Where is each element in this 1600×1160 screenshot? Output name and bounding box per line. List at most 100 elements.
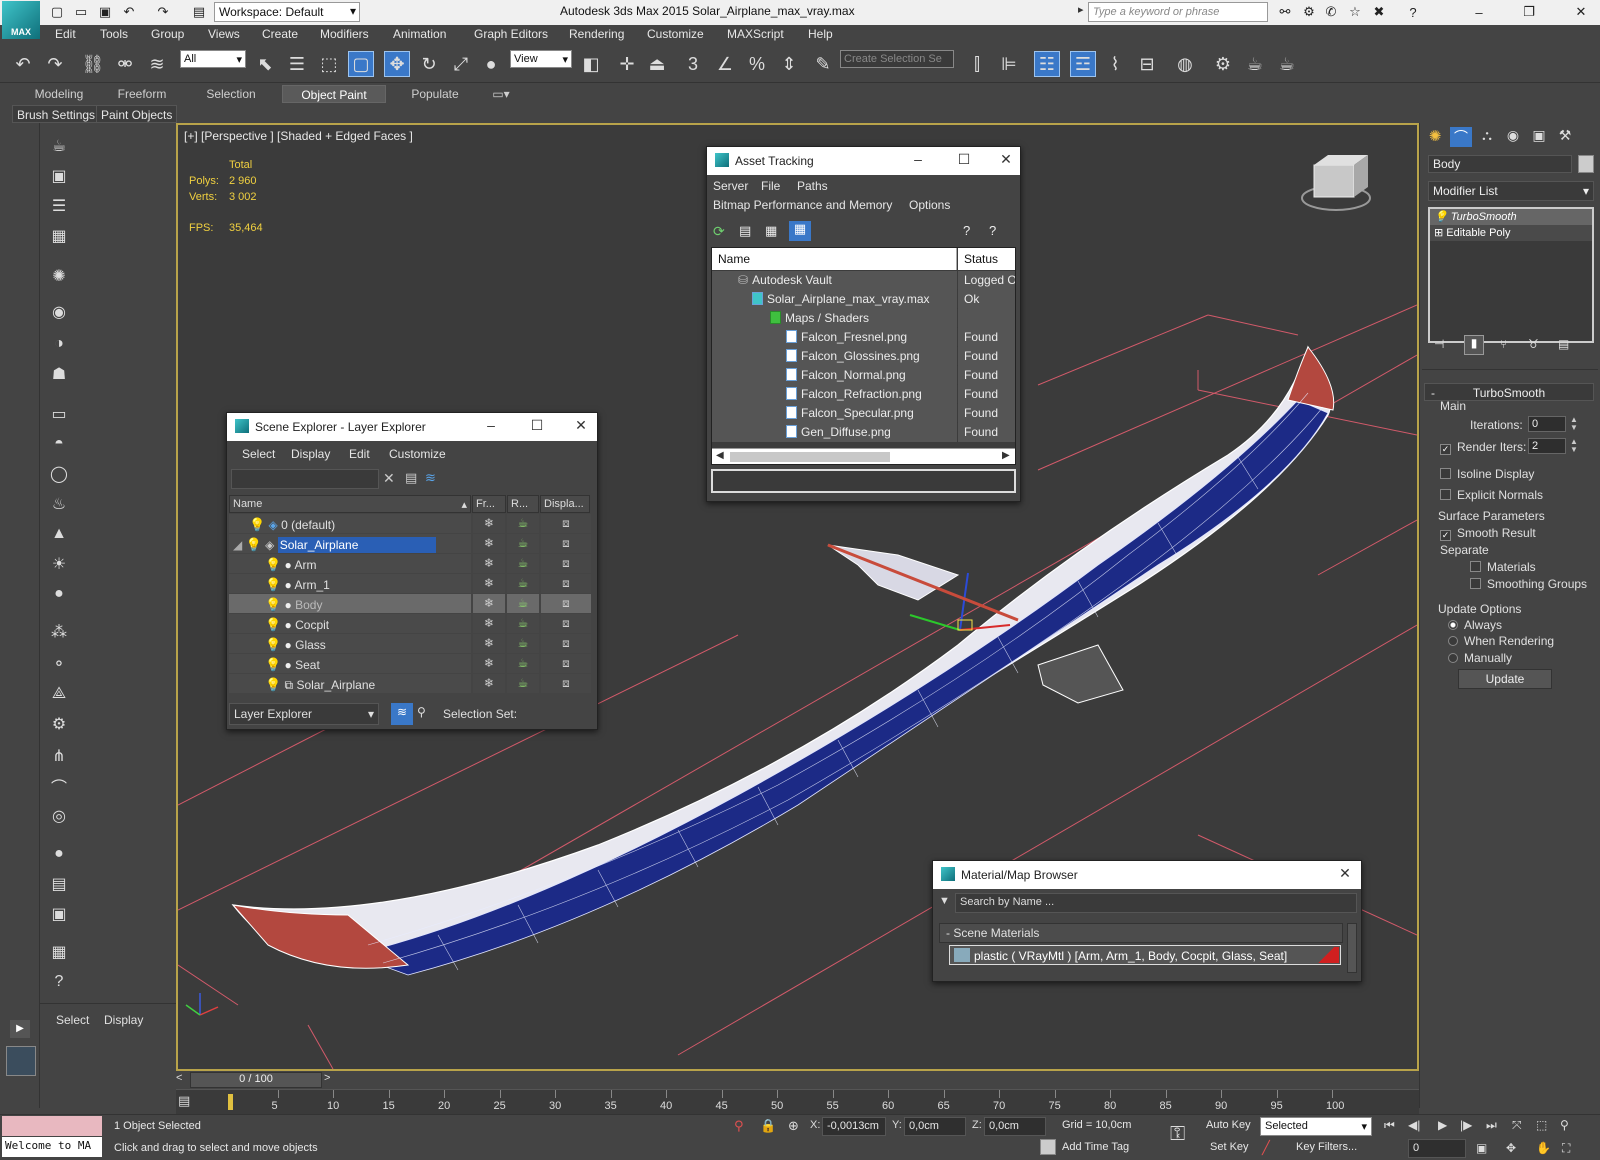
browser-options-icon[interactable]: ▼ bbox=[939, 895, 950, 907]
current-frame-field[interactable]: 0 bbox=[1408, 1139, 1466, 1158]
utilities-tab-icon[interactable]: ⚒ bbox=[1554, 127, 1576, 147]
freeze-icon[interactable]: ❄ bbox=[473, 594, 505, 613]
bind-space-warp-icon[interactable]: ≋ bbox=[144, 51, 170, 77]
key-filters-button[interactable]: Key Filters... bbox=[1296, 1141, 1357, 1153]
table-row[interactable]: Falcon_Glossines.png Found bbox=[712, 347, 1015, 366]
table-row[interactable]: Solar_Airplane_max_vray.max Ok bbox=[712, 290, 1015, 309]
previous-frame-icon[interactable]: ◀| bbox=[1408, 1118, 1420, 1132]
menu-paths[interactable]: Paths bbox=[797, 179, 828, 193]
expand-arrow-icon[interactable]: ▶ bbox=[10, 1020, 30, 1038]
select-object-icon[interactable]: ⬉ bbox=[252, 51, 278, 77]
menu-rendering[interactable]: Rendering bbox=[569, 27, 624, 41]
display-box-icon[interactable]: ⧈ bbox=[541, 574, 591, 593]
maxscript-listener[interactable]: Welcome to MA bbox=[2, 1137, 102, 1157]
go-to-start-icon[interactable]: ⏮ bbox=[1384, 1118, 1395, 1133]
scrollbar-thumb[interactable] bbox=[730, 452, 890, 462]
render-teapot-icon[interactable]: ☕ bbox=[507, 674, 539, 693]
object-color-swatch[interactable] bbox=[1578, 155, 1594, 173]
lightbulb-icon[interactable]: 💡 bbox=[265, 557, 281, 573]
column-header-display[interactable]: Displa... bbox=[540, 495, 590, 513]
angle-snap-icon[interactable]: ∠ bbox=[712, 51, 738, 77]
freeze-icon[interactable]: ❄ bbox=[473, 614, 505, 633]
set-key-button[interactable]: Set Key bbox=[1210, 1141, 1249, 1153]
timeslider-prev-icon[interactable]: < bbox=[176, 1072, 188, 1088]
smooth-result-checkbox[interactable]: ✓ Smooth Result bbox=[1440, 526, 1536, 541]
scene-explorer-titlebar[interactable]: Scene Explorer - Layer Explorer – ☐ ✕ bbox=[227, 413, 597, 441]
gear-icon[interactable]: ⚙ bbox=[46, 711, 72, 737]
field-of-view-icon[interactable]: ⛶ bbox=[1562, 1141, 1570, 1156]
tab-object-paint[interactable]: Object Paint bbox=[282, 85, 386, 103]
timeslider-next-icon[interactable]: > bbox=[324, 1072, 336, 1088]
close-button[interactable]: ✕ bbox=[571, 417, 591, 435]
chevron-left-icon[interactable]: ▸ bbox=[1078, 3, 1084, 16]
open-file-icon[interactable]: ▭ bbox=[72, 3, 90, 21]
z-coordinate-field[interactable]: 0,0cm bbox=[984, 1117, 1046, 1136]
material-search-input[interactable]: Search by Name ... bbox=[955, 893, 1357, 913]
go-to-end-icon[interactable]: ⏭ bbox=[1486, 1118, 1497, 1133]
scroll-left-icon[interactable]: ◀ bbox=[716, 450, 724, 461]
column-header-freeze[interactable]: Fr... bbox=[472, 495, 506, 513]
lightbulb-icon[interactable]: 💡 bbox=[265, 577, 281, 593]
key-set-dropdown[interactable]: Selected ▾ bbox=[1260, 1117, 1372, 1136]
list-view-icon[interactable]: ▤ bbox=[739, 223, 759, 241]
list-icon[interactable]: ☰ bbox=[46, 193, 72, 219]
help-icon[interactable]: ? bbox=[46, 969, 72, 995]
display-tab-icon[interactable]: ▣ bbox=[1528, 127, 1550, 147]
menu-edit[interactable]: Edit bbox=[55, 27, 76, 41]
menu-server[interactable]: Server bbox=[713, 179, 748, 193]
time-slider-thumb[interactable]: 0 / 100 bbox=[190, 1072, 322, 1088]
list-item[interactable]: 💡 ● Body ❄ ☕ ⧈ bbox=[229, 594, 591, 613]
explorer-mode-dropdown[interactable]: Layer Explorer ▾ bbox=[229, 703, 379, 725]
display-box-icon[interactable]: ⧈ bbox=[541, 594, 591, 613]
list-item[interactable]: 💡 ⧉ Solar_Airplane ❄ ☕ ⧈ bbox=[229, 674, 591, 693]
mesh-icon[interactable]: ⟁ bbox=[46, 681, 72, 707]
list-item[interactable]: 💡 ◈ 0 (default) ❄ ☕ ⧈ bbox=[229, 514, 591, 533]
remove-modifier-icon[interactable]: ♉ bbox=[1528, 337, 1539, 351]
fur-icon[interactable]: ⁂ bbox=[46, 619, 72, 645]
minimize-button[interactable]: – bbox=[481, 417, 501, 435]
add-time-tag[interactable]: Add Time Tag bbox=[1062, 1141, 1129, 1153]
context-help-icon[interactable]: ? bbox=[989, 223, 1009, 241]
menu-group[interactable]: Group bbox=[151, 27, 184, 41]
favorites-star-icon[interactable]: ☆ bbox=[1346, 3, 1364, 21]
when-rendering-radio[interactable]: When Rendering bbox=[1448, 634, 1554, 648]
menu-customize[interactable]: Customize bbox=[389, 447, 446, 461]
frame-buffer-icon[interactable]: ▣ bbox=[46, 901, 72, 927]
maxscript-listener-top[interactable] bbox=[2, 1116, 102, 1136]
menu-help[interactable]: Help bbox=[808, 27, 833, 41]
app-logo[interactable]: MAX bbox=[2, 1, 40, 39]
table-row[interactable]: ⛁ Autodesk Vault Logged O bbox=[712, 271, 1015, 290]
menu-maxscript[interactable]: MAXScript bbox=[727, 27, 784, 41]
zoom-time-icon[interactable]: ⤧ bbox=[1512, 1118, 1522, 1133]
redo-icon[interactable]: ↷ bbox=[154, 3, 172, 21]
display-tab[interactable]: Display bbox=[104, 1013, 143, 1027]
isolate-icon[interactable]: ⚲ bbox=[734, 1118, 744, 1134]
select-scale-icon[interactable]: ⤢ bbox=[448, 51, 474, 77]
sun-icon[interactable]: ☀ bbox=[46, 551, 72, 577]
stack-item-turbosmooth[interactable]: 💡 TurboSmooth bbox=[1430, 209, 1592, 225]
render-iters-spinner[interactable]: 2 bbox=[1528, 438, 1566, 454]
collapse-arrow-icon[interactable]: ◢ bbox=[233, 538, 242, 552]
pan-icon[interactable]: ✋ bbox=[1536, 1141, 1551, 1155]
render-teapot-icon[interactable]: ☕ bbox=[507, 634, 539, 653]
column-header-name[interactable]: Name ▴ bbox=[229, 495, 471, 513]
freeze-icon[interactable]: ❄ bbox=[473, 634, 505, 653]
moon-icon[interactable]: ◑ bbox=[46, 331, 72, 357]
update-button[interactable]: Update bbox=[1458, 669, 1552, 689]
create-tab-icon[interactable]: ✺ bbox=[1424, 127, 1446, 147]
display-box-icon[interactable]: ⧈ bbox=[541, 614, 591, 633]
render-teapot-icon[interactable]: ☕ bbox=[507, 654, 539, 673]
object-name-field[interactable]: Body bbox=[1428, 155, 1572, 173]
adaptive-degradation-icon[interactable] bbox=[1040, 1139, 1056, 1155]
auto-key-button[interactable]: Auto Key bbox=[1206, 1119, 1251, 1131]
edit-named-selection-icon[interactable]: ✎ bbox=[810, 51, 836, 77]
plane-icon[interactable]: ▭ bbox=[46, 401, 72, 427]
robot-icon[interactable]: ☗ bbox=[46, 361, 72, 387]
menu-views[interactable]: Views bbox=[208, 27, 240, 41]
clear-search-icon[interactable]: ✕ bbox=[383, 470, 395, 487]
select-by-name-icon[interactable]: ☰ bbox=[284, 51, 310, 77]
material-item[interactable]: plastic ( VRayMtl ) [Arm, Arm_1, Body, C… bbox=[949, 945, 1341, 965]
minimize-window-button[interactable]: – bbox=[1470, 3, 1488, 21]
play-icon[interactable]: ▶ bbox=[1438, 1118, 1447, 1132]
track-bar[interactable]: ▤ 5 10 15 20 25 30 35 40 45 50 55 60 65 70 75 80 85 90 95 1… bbox=[176, 1089, 1419, 1114]
